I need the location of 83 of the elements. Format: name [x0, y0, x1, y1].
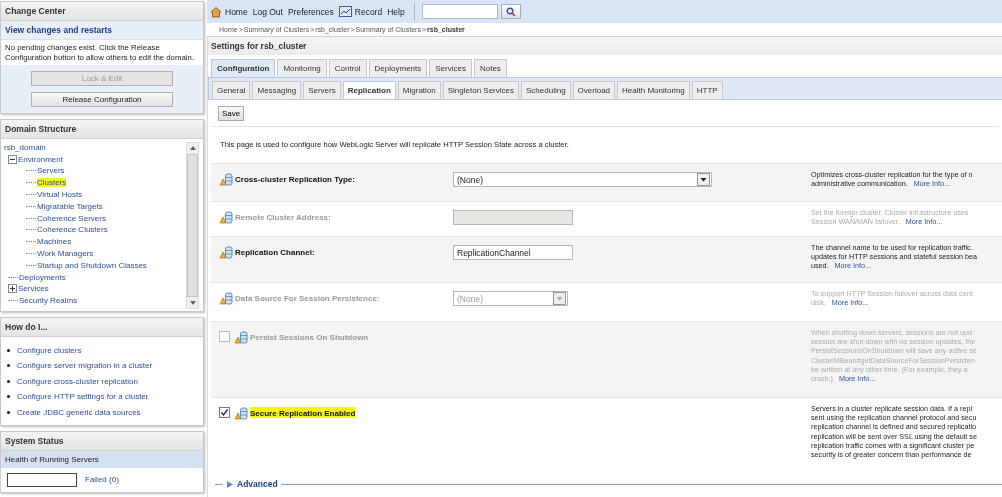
bullet-icon [7, 348, 10, 352]
collapse-icon[interactable] [8, 154, 17, 164]
setting-label: Secure Replication Enabled [250, 407, 356, 418]
database-icon [219, 173, 233, 186]
dropdown[interactable]: (None) [453, 172, 712, 187]
tree-item[interactable]: Servers [37, 166, 65, 176]
tab[interactable]: Deployments [368, 59, 428, 77]
tree-item[interactable]: Security Realms [19, 296, 78, 306]
tree-item[interactable]: Environment [18, 154, 63, 164]
toolbar-link[interactable]: Record [354, 6, 383, 17]
setting-label: Replication Channel: [235, 247, 315, 257]
how-to-link[interactable]: Configure cross-cluster replication [17, 376, 138, 386]
setting-label: Remote Cluster Address: [235, 212, 331, 222]
expand-arrow-icon[interactable] [226, 479, 234, 489]
settings-title: Settings for rsb_cluster [208, 37, 1002, 55]
checkbox[interactable] [219, 407, 230, 418]
expand-icon[interactable] [8, 284, 17, 294]
tab[interactable]: Configuration [211, 59, 276, 77]
bullet-icon [7, 395, 10, 399]
panel-title: How do I... [1, 318, 203, 338]
advanced-link[interactable]: Advanced [237, 479, 278, 489]
how-to-link[interactable]: Configure server migration in a cluster [17, 361, 153, 371]
database-icon [219, 246, 233, 259]
tab[interactable]: Control [328, 59, 367, 77]
toolbar-link[interactable]: Preferences [287, 6, 334, 17]
subtab[interactable]: Scheduling [521, 81, 571, 99]
setting-label: Persist Sessions On Shutdown [250, 332, 369, 342]
tree-item[interactable]: Services [18, 284, 49, 294]
subtab[interactable]: Overload [572, 81, 616, 99]
tree-item[interactable]: Machines [37, 237, 72, 247]
house-icon[interactable] [210, 5, 222, 18]
tree-item[interactable]: Virtual Hosts [37, 190, 83, 200]
database-icon [219, 211, 233, 224]
tree-item[interactable]: rsb_domain [4, 142, 46, 152]
status-link[interactable]: Failed (0) [85, 475, 119, 485]
tree-item[interactable]: Work Managers [37, 249, 94, 259]
toolbar-link[interactable]: Help [387, 6, 405, 17]
how-to-link[interactable]: Create JDBC generic data sources [17, 407, 141, 417]
subtab[interactable]: HTTP [691, 81, 723, 99]
subtab[interactable]: General [212, 81, 251, 99]
database-icon [234, 407, 248, 420]
tree-item[interactable]: Migratable Targets [37, 201, 103, 211]
tree-item[interactable]: Coherence Clusters [37, 225, 108, 235]
panel-title: System Status [1, 431, 203, 451]
tree-item[interactable]: Deployments [19, 272, 66, 282]
database-icon [219, 292, 233, 305]
subtab[interactable]: Migration [397, 81, 441, 99]
subtab[interactable]: Servers [303, 81, 341, 99]
subtab[interactable]: Replication [342, 81, 396, 99]
tree-item[interactable]: Startup and Shutdown Classes [37, 260, 147, 270]
tree-item[interactable]: Coherence Servers [37, 213, 106, 223]
tab[interactable]: Monitoring [277, 59, 327, 77]
subtab[interactable]: Health Monitoring [617, 81, 690, 99]
tab[interactable]: Services [429, 59, 472, 77]
search-button[interactable] [500, 4, 521, 19]
save-button[interactable]: Save [218, 106, 245, 121]
change-center-button[interactable]: Release Configuration [31, 92, 173, 108]
panel-title: Change Center [1, 2, 203, 21]
database-icon [234, 331, 248, 344]
line-chart-icon[interactable] [338, 6, 352, 17]
scroll-down-icon[interactable] [188, 300, 197, 307]
text-field[interactable]: ReplicationChannel [453, 245, 573, 260]
caret-icon [553, 292, 566, 305]
how-to-link[interactable]: Configure HTTP settings for a cluster [17, 392, 149, 402]
panel-title: Domain Structure [1, 120, 203, 140]
health-bar [7, 472, 77, 487]
bullet-icon [7, 379, 10, 383]
search-icon [505, 6, 516, 17]
toolbar-link[interactable]: Log Out [252, 6, 283, 17]
setting-label: Cross-cluster Replication Type: [235, 174, 355, 184]
search-field[interactable] [421, 4, 498, 19]
how-to-link[interactable]: Configure clusters [17, 345, 82, 355]
setting-label: Data Source For Session Persistence: [235, 293, 380, 303]
subtab[interactable]: Singleton Services [442, 81, 519, 99]
tree-item[interactable]: Clusters [37, 178, 67, 188]
subtab[interactable]: Messaging [252, 81, 302, 99]
scroll-up-icon[interactable] [188, 145, 197, 152]
caret-icon [697, 173, 710, 186]
tab[interactable]: Notes [473, 59, 507, 77]
scrollbar[interactable] [186, 142, 199, 310]
toolbar-link[interactable]: Home [225, 6, 248, 17]
bullet-icon [7, 410, 10, 414]
bullet-icon [7, 364, 10, 368]
